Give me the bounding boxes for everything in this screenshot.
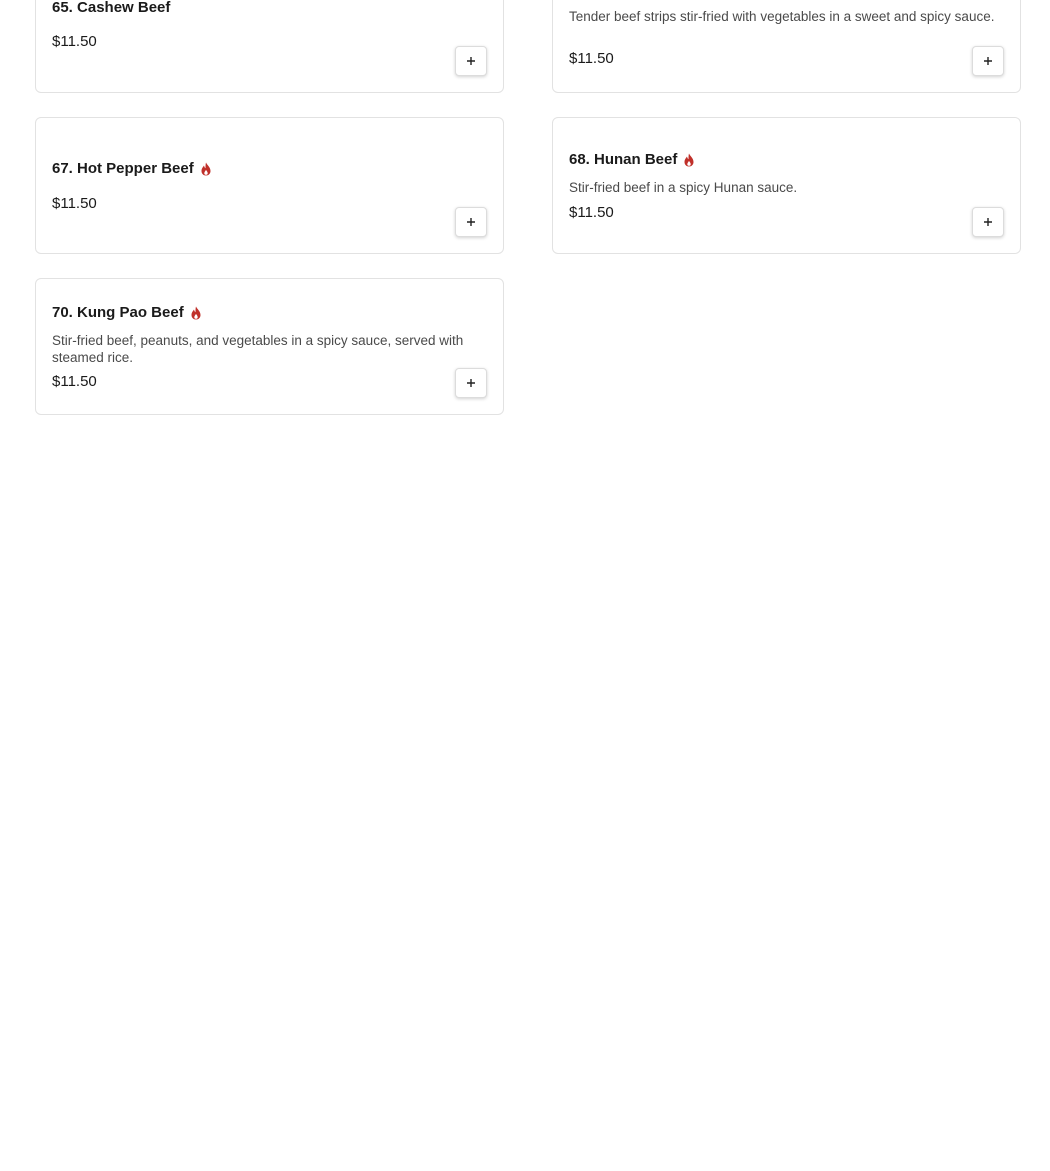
menu-item-name-text: 70. Kung Pao Beef	[52, 304, 184, 321]
plus-icon	[984, 57, 992, 65]
menu-item-name: 68. Hunan Beef	[569, 151, 695, 168]
menu-item-description: Stir-fried beef, peanuts, and vegetables…	[52, 333, 464, 365]
menu-item-price: $11.50	[569, 204, 614, 221]
menu-item-card[interactable]: 65. Cashew Beef $11.50	[35, 0, 504, 93]
menu-item-price: $11.50	[52, 195, 97, 212]
menu-item-name-text: 68. Hunan Beef	[569, 151, 678, 168]
menu-item-description: Stir-fried beef in a spicy Hunan sauce.	[569, 180, 798, 195]
plus-icon	[984, 218, 992, 226]
flame-icon	[191, 306, 201, 319]
menu-item-name: 70. Kung Pao Beef	[52, 304, 202, 321]
menu-item-card[interactable]: 70. Kung Pao Beef Stir-fried beef, peanu…	[35, 278, 504, 415]
add-to-cart-button[interactable]	[455, 207, 487, 237]
add-to-cart-button[interactable]	[455, 368, 487, 398]
plus-icon	[467, 57, 475, 65]
menu-item-price: $11.50	[52, 373, 97, 390]
flame-icon	[684, 153, 694, 166]
add-to-cart-button[interactable]	[972, 46, 1004, 76]
menu-item-card[interactable]: 67. Hot Pepper Beef $11.50	[35, 117, 504, 254]
add-to-cart-button[interactable]	[972, 207, 1004, 237]
menu-item-name: 67. Hot Pepper Beef	[52, 160, 212, 177]
menu-item-name: 65. Cashew Beef	[52, 0, 171, 16]
add-to-cart-button[interactable]	[455, 46, 487, 76]
menu-item-card[interactable]: Tender beef strips stir-fried with veget…	[552, 0, 1021, 93]
plus-icon	[467, 379, 475, 387]
plus-icon	[467, 218, 475, 226]
flame-icon	[201, 162, 211, 175]
menu-item-name-text: 67. Hot Pepper Beef	[52, 160, 194, 177]
menu-item-card[interactable]: 68. Hunan Beef Stir-fried beef in a spic…	[552, 117, 1021, 254]
menu-item-price: $11.50	[569, 50, 614, 67]
menu-item-price: $11.50	[52, 33, 97, 50]
menu-item-description: Tender beef strips stir-fried with veget…	[569, 9, 995, 24]
